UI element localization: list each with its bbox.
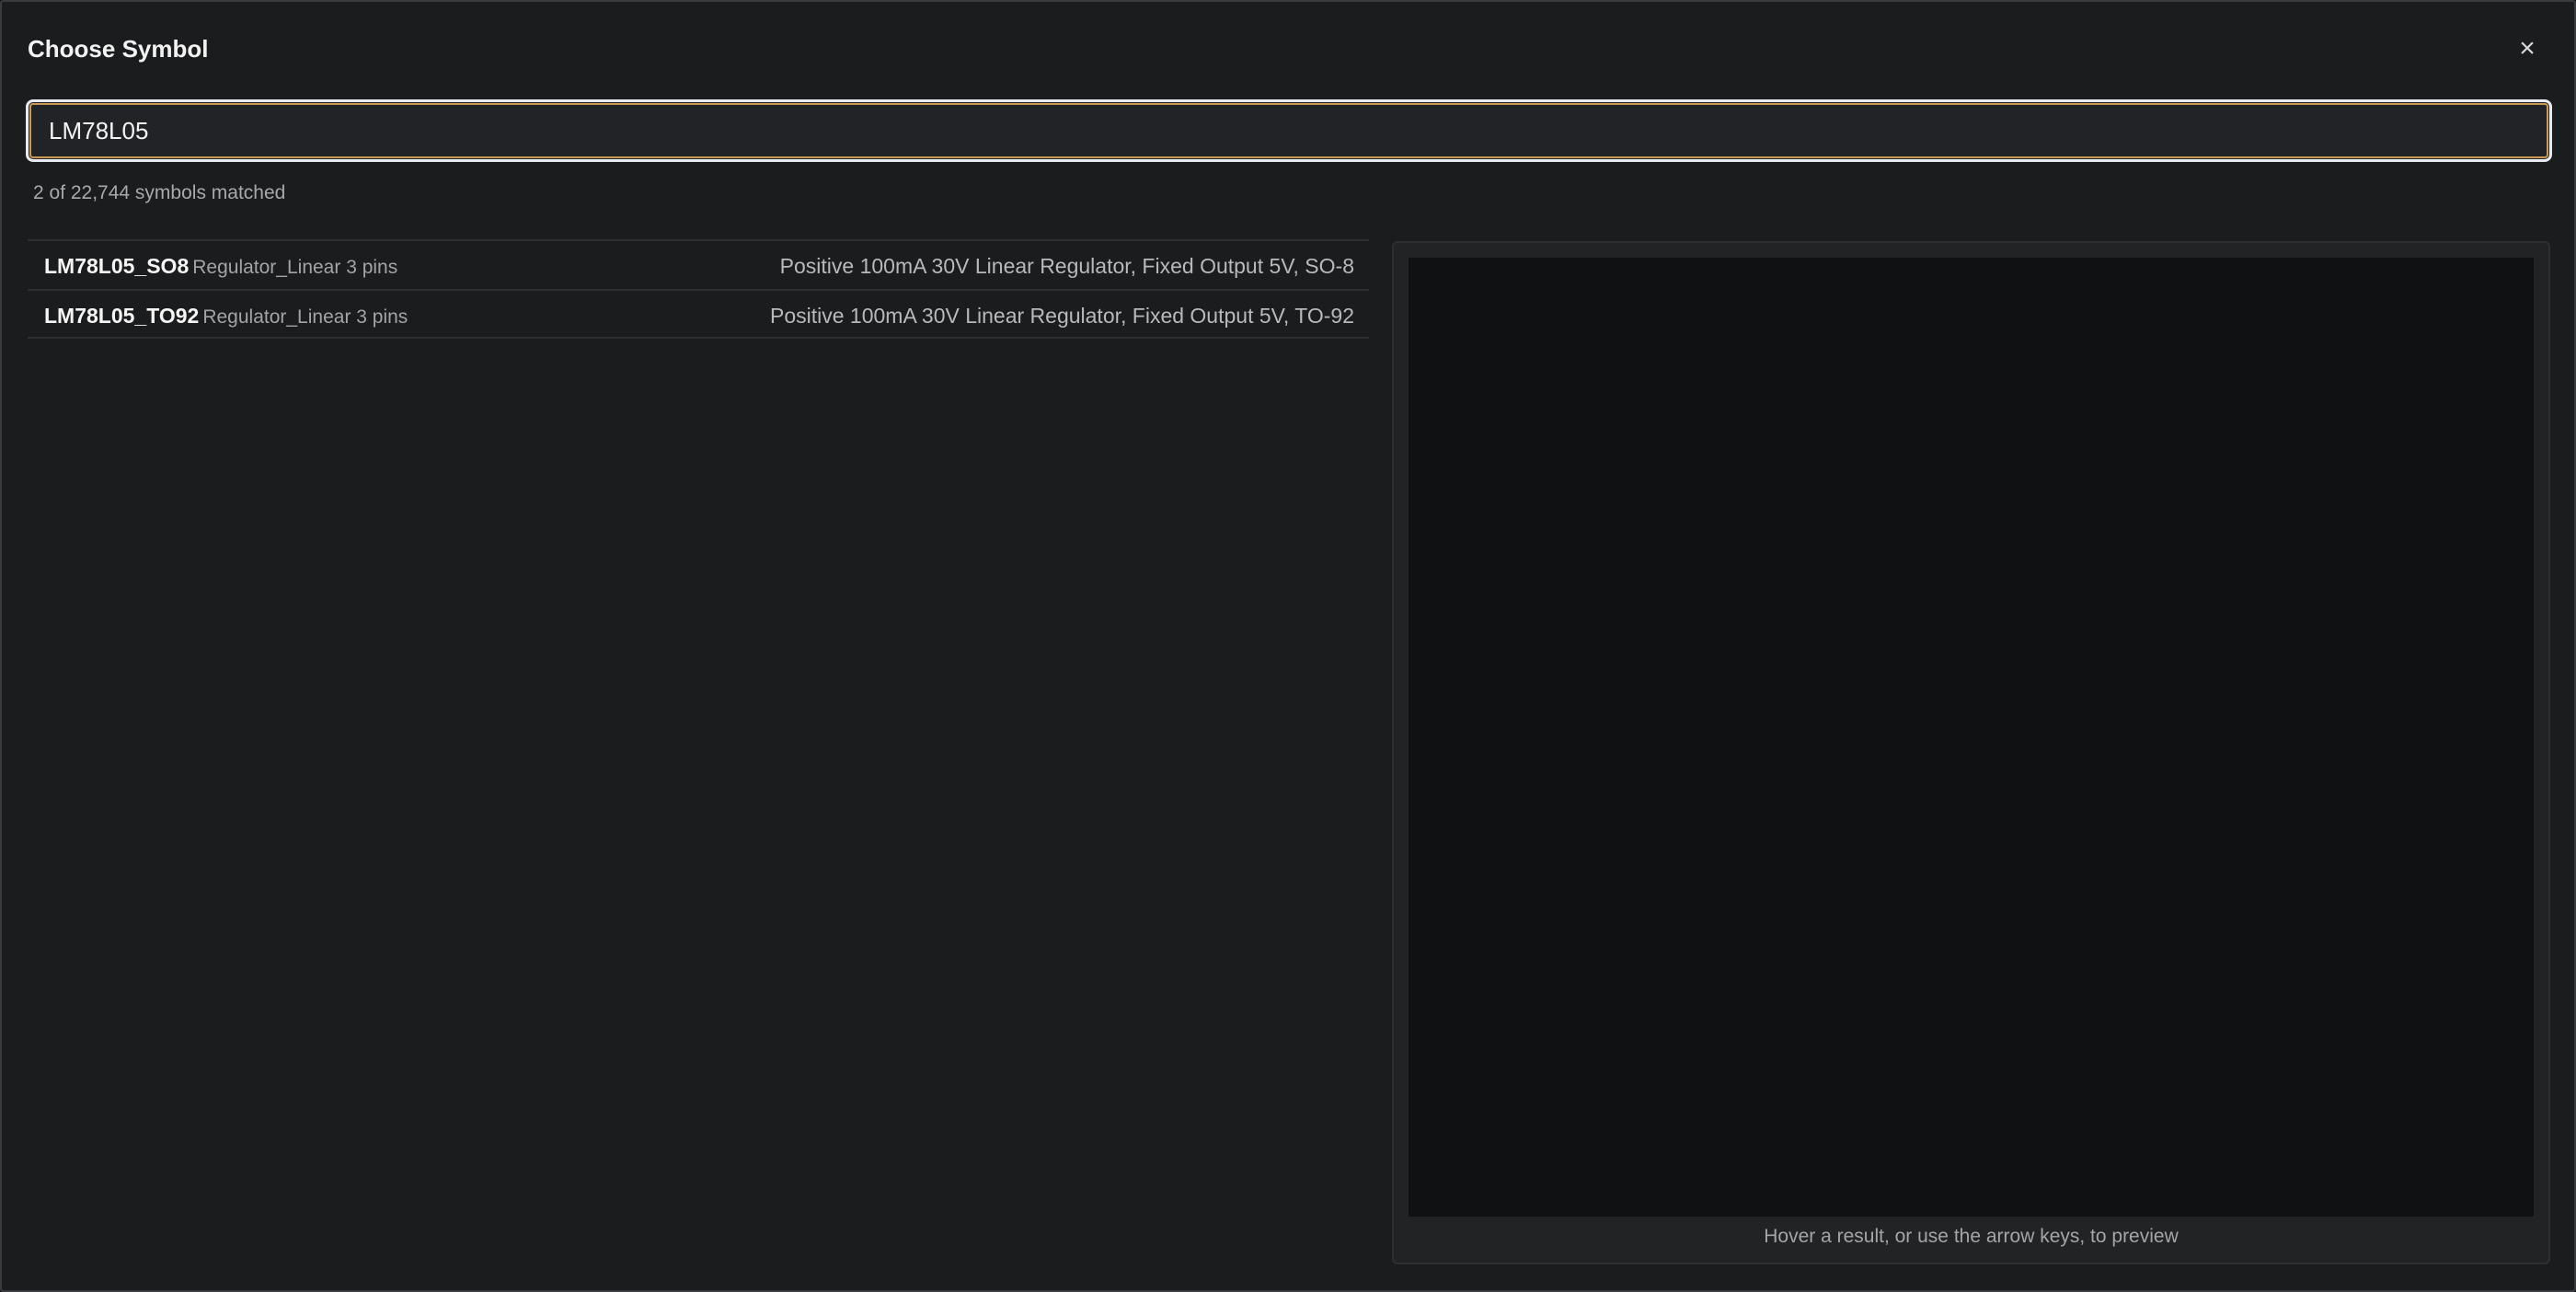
choose-symbol-dialog: Choose Symbol × 2 of 22,744 symbols matc… <box>0 0 2576 1292</box>
preview-hint: Hover a result, or use the arrow keys, t… <box>1764 1226 2179 1247</box>
result-description: Positive 100mA 30V Linear Regulator, Fix… <box>769 304 1354 328</box>
result-name: LM78L05_SO8 <box>44 254 190 278</box>
symbol-preview-canvas <box>1409 258 2534 1217</box>
close-button[interactable]: × <box>2513 33 2541 64</box>
result-description: Positive 100mA 30V Linear Regulator, Fix… <box>779 254 1354 278</box>
match-count: 2 of 22,744 symbols matched <box>33 182 286 203</box>
result-name: LM78L05_TO92 <box>44 304 200 328</box>
result-name-wrap: LM78L05_SO8 Regulator_Linear 3 pins <box>44 254 397 279</box>
close-icon[interactable]: × <box>2519 33 2536 63</box>
result-library: Regulator_Linear 3 pins <box>202 306 408 328</box>
search-input[interactable] <box>26 99 2552 162</box>
result-row[interactable]: LM78L05_SO8 Regulator_Linear 3 pins Posit… <box>28 239 1369 289</box>
result-row[interactable]: LM78L05_TO92 Regulator_Linear 3 pins Posi… <box>28 289 1369 339</box>
result-name-wrap: LM78L05_TO92 Regulator_Linear 3 pins <box>44 304 408 329</box>
dialog-title: Choose Symbol <box>28 35 209 63</box>
results-list: LM78L05_SO8 Regulator_Linear 3 pins Posit… <box>28 239 1369 339</box>
symbol-preview-panel: Hover a result, or use the arrow keys, t… <box>1392 241 2550 1264</box>
result-library: Regulator_Linear 3 pins <box>192 257 398 278</box>
